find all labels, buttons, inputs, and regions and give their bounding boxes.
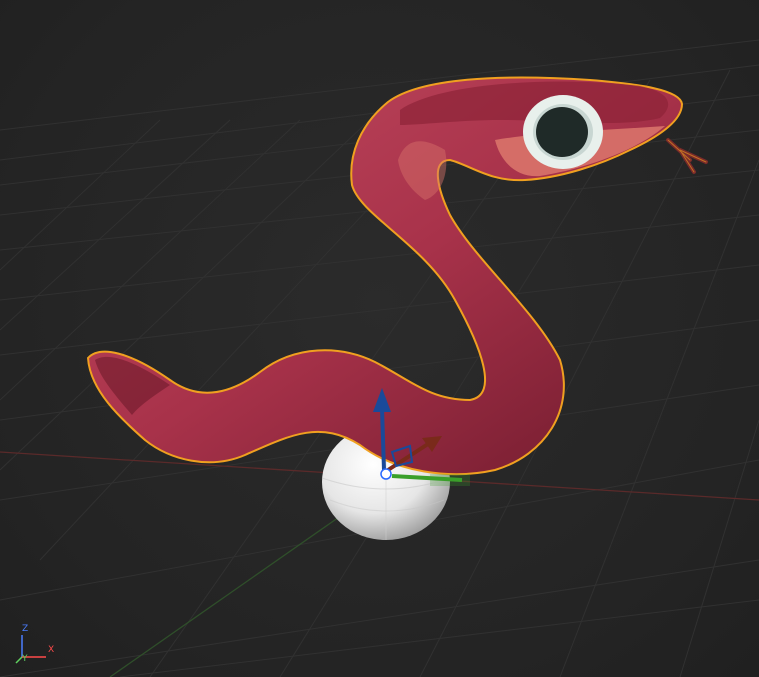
object-origin-icon [380,468,392,480]
axis-widget-x-label: X [48,645,55,655]
axis-widget-z-label: Z [22,624,29,634]
axis-widget-graphic [15,635,46,664]
snake-eye [523,95,603,169]
viewport-scene[interactable] [0,0,759,677]
axis-widget-y-label: Y [22,654,28,664]
axis-orientation-widget[interactable]: Z X Y [10,625,70,665]
3d-viewport[interactable]: Z X Y [0,0,759,677]
